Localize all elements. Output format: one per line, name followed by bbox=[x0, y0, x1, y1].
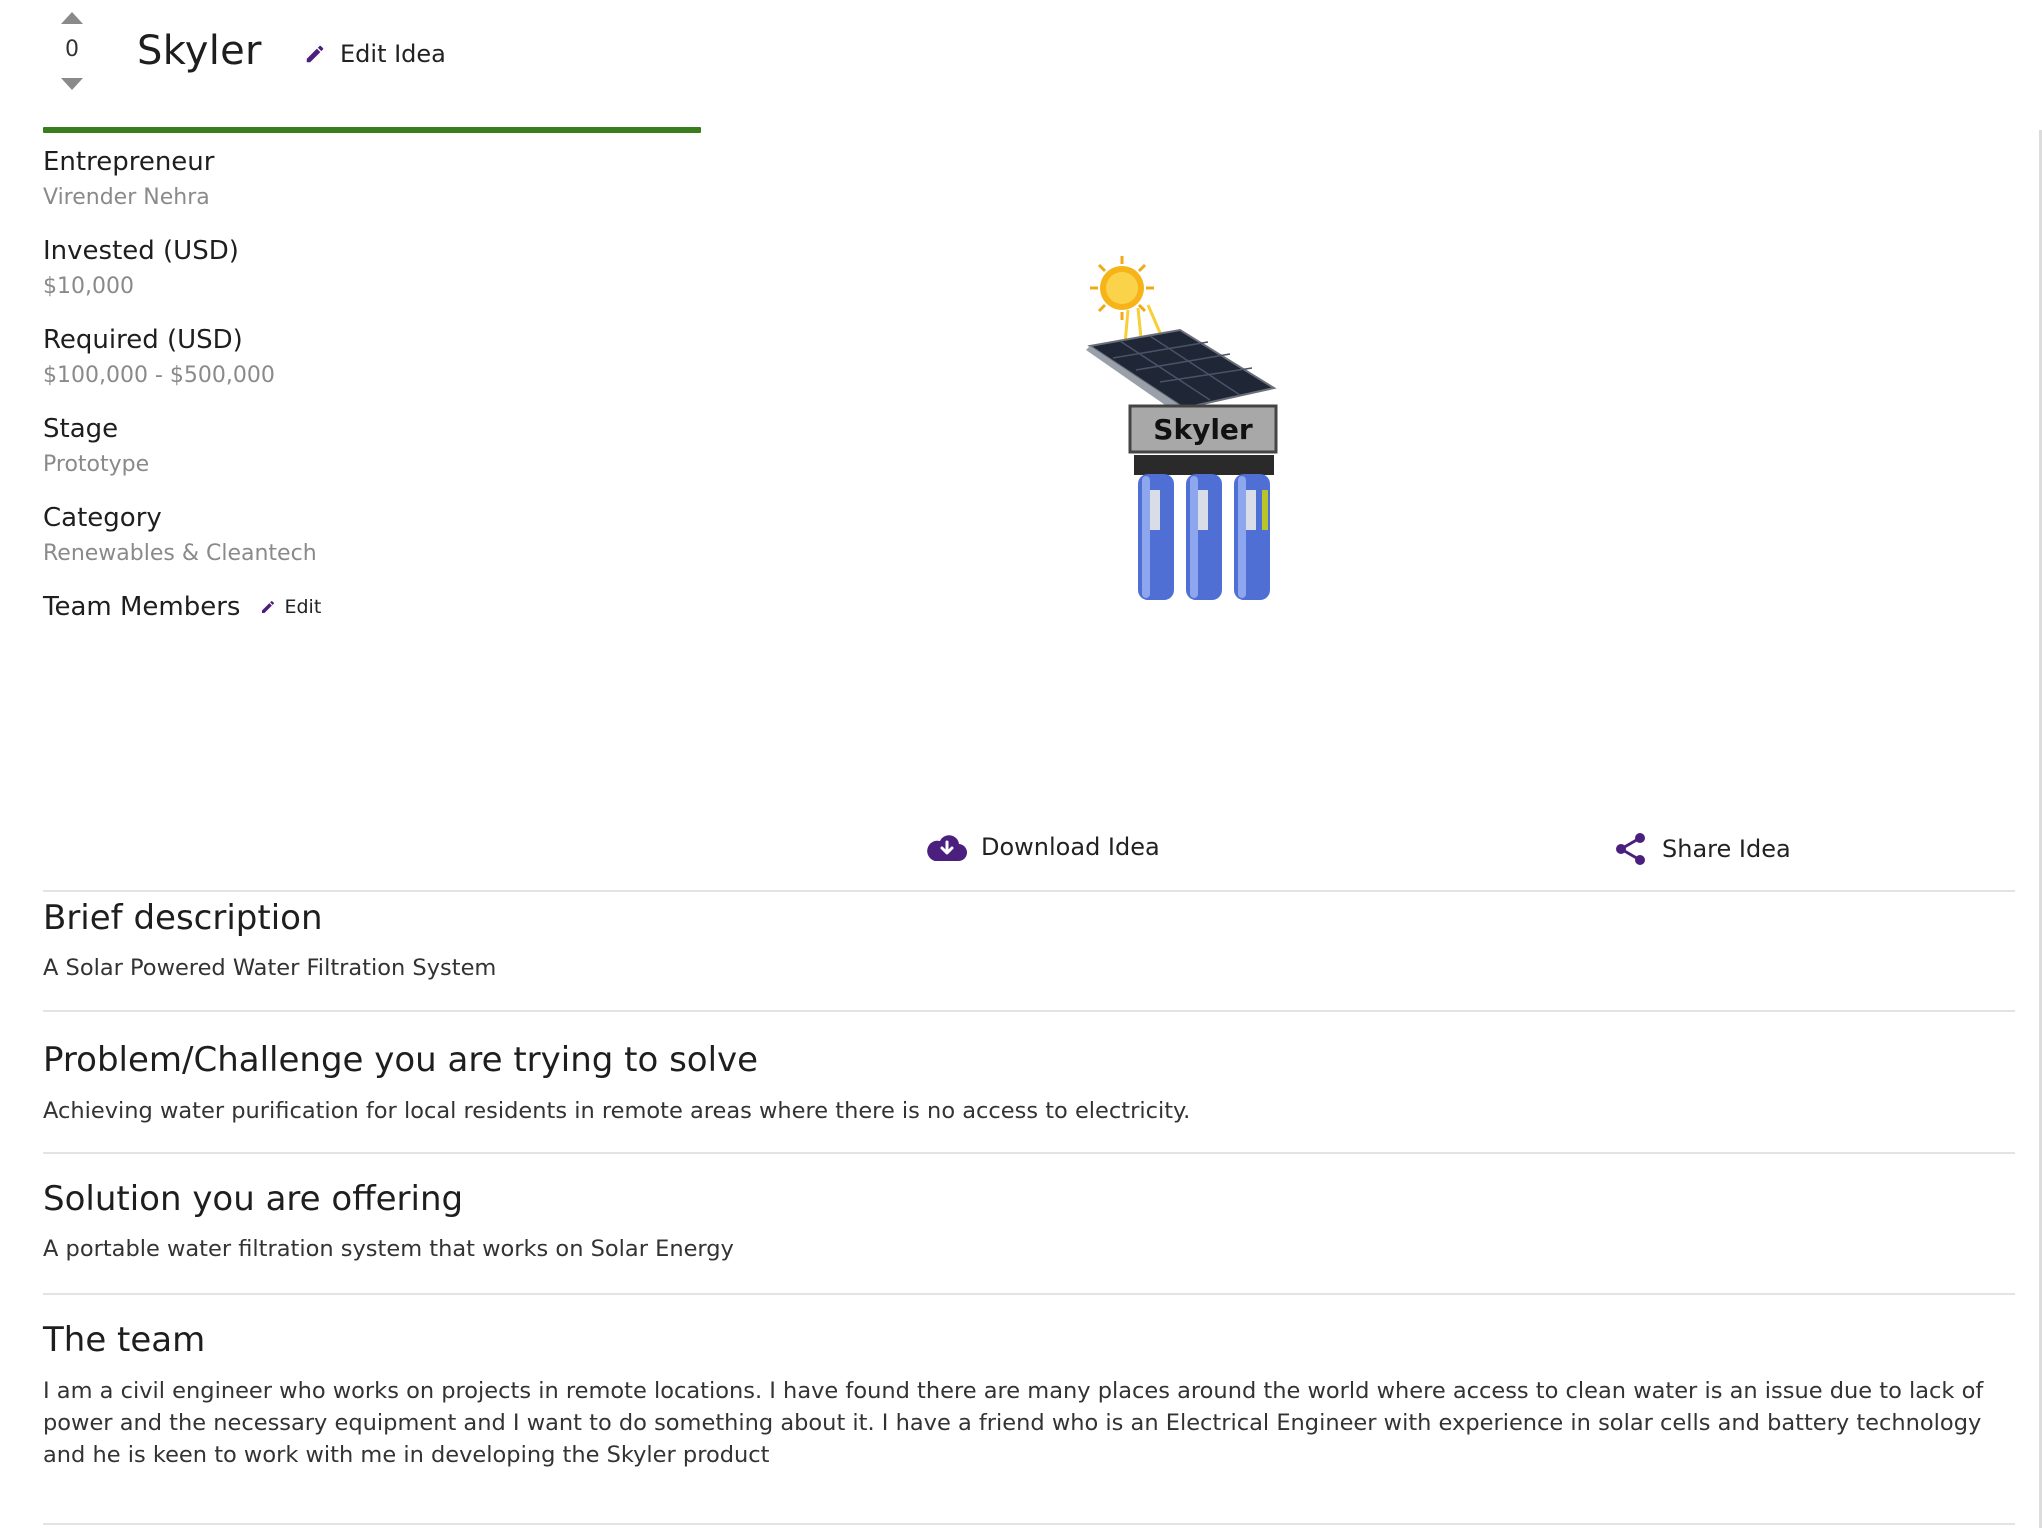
detail-stage: Stage Prototype bbox=[43, 412, 683, 482]
share-idea-label: Share Idea bbox=[1662, 835, 1791, 863]
detail-label: Entrepreneur bbox=[43, 147, 215, 177]
detail-value: $100,000 - $500,000 bbox=[43, 363, 275, 388]
download-idea-button[interactable]: Download Idea bbox=[927, 832, 1160, 862]
section-problem: Problem/Challenge you are trying to solv… bbox=[43, 1010, 2015, 1152]
share-icon bbox=[1616, 833, 1645, 865]
detail-entrepreneur: Entrepreneur Virender Nehra bbox=[43, 145, 683, 215]
detail-invested: Invested (USD) $10,000 bbox=[43, 234, 683, 304]
idea-details: Entrepreneur Virender Nehra Invested (US… bbox=[43, 145, 683, 624]
section-body: A portable water filtration system that … bbox=[43, 1236, 734, 1262]
section-title: The team bbox=[43, 1320, 206, 1360]
idea-title: Skyler bbox=[137, 28, 262, 74]
skyler-logo-sign: Skyler bbox=[1128, 404, 1278, 454]
share-idea-button[interactable]: Share Idea bbox=[1614, 832, 1791, 866]
vote-widget: 0 bbox=[58, 12, 86, 90]
edit-idea-label: Edit Idea bbox=[340, 40, 446, 68]
section-team: The team I am a civil engineer who works… bbox=[43, 1293, 2015, 1525]
filter-cartridges-icon bbox=[1134, 455, 1274, 600]
section-title: Solution you are offering bbox=[43, 1179, 464, 1219]
edit-idea-button[interactable]: Edit Idea bbox=[304, 40, 446, 68]
detail-value: Prototype bbox=[43, 452, 150, 477]
progress-bar bbox=[43, 127, 701, 133]
vote-count: 0 bbox=[65, 37, 79, 62]
product-image: Skyler bbox=[1086, 256, 1278, 600]
solar-panel-icon bbox=[1086, 328, 1277, 414]
section-body: A Solar Powered Water Filtration System bbox=[43, 955, 497, 981]
pencil-icon bbox=[306, 45, 324, 63]
idea-sections: Brief description A Solar Powered Water … bbox=[43, 890, 2015, 1525]
detail-value: $10,000 bbox=[43, 274, 134, 299]
upvote-arrow-icon[interactable] bbox=[61, 12, 83, 24]
edit-team-label: Edit bbox=[284, 596, 322, 618]
pencil-icon bbox=[262, 600, 275, 613]
edit-team-button[interactable]: Edit bbox=[260, 596, 321, 618]
detail-label: Required (USD) bbox=[43, 325, 243, 355]
section-body: I am a civil engineer who works on proje… bbox=[43, 1378, 1984, 1468]
cloud-download-icon bbox=[927, 835, 967, 862]
detail-value: Renewables & Cleantech bbox=[43, 541, 317, 566]
detail-label: Invested (USD) bbox=[43, 236, 239, 266]
detail-category: Category Renewables & Cleantech bbox=[43, 501, 683, 571]
section-title: Problem/Challenge you are trying to solv… bbox=[43, 1040, 759, 1080]
section-body: Achieving water purification for local r… bbox=[43, 1098, 1191, 1124]
section-brief-description: Brief description A Solar Powered Water … bbox=[43, 890, 2015, 1010]
team-members-label: Team Members bbox=[43, 592, 241, 622]
team-members-row: Team Members Edit bbox=[43, 590, 683, 624]
detail-required: Required (USD) $100,000 - $500,000 bbox=[43, 323, 683, 393]
detail-label: Stage bbox=[43, 414, 119, 444]
downvote-arrow-icon[interactable] bbox=[61, 78, 83, 90]
detail-label: Category bbox=[43, 503, 162, 533]
section-title: Brief description bbox=[43, 898, 323, 938]
idea-actions: Download Idea Share Idea bbox=[0, 832, 2042, 872]
detail-value: Virender Nehra bbox=[43, 185, 210, 210]
logo-text: Skyler bbox=[1153, 413, 1253, 446]
download-idea-label: Download Idea bbox=[981, 833, 1160, 861]
section-solution: Solution you are offering A portable wat… bbox=[43, 1152, 2015, 1293]
